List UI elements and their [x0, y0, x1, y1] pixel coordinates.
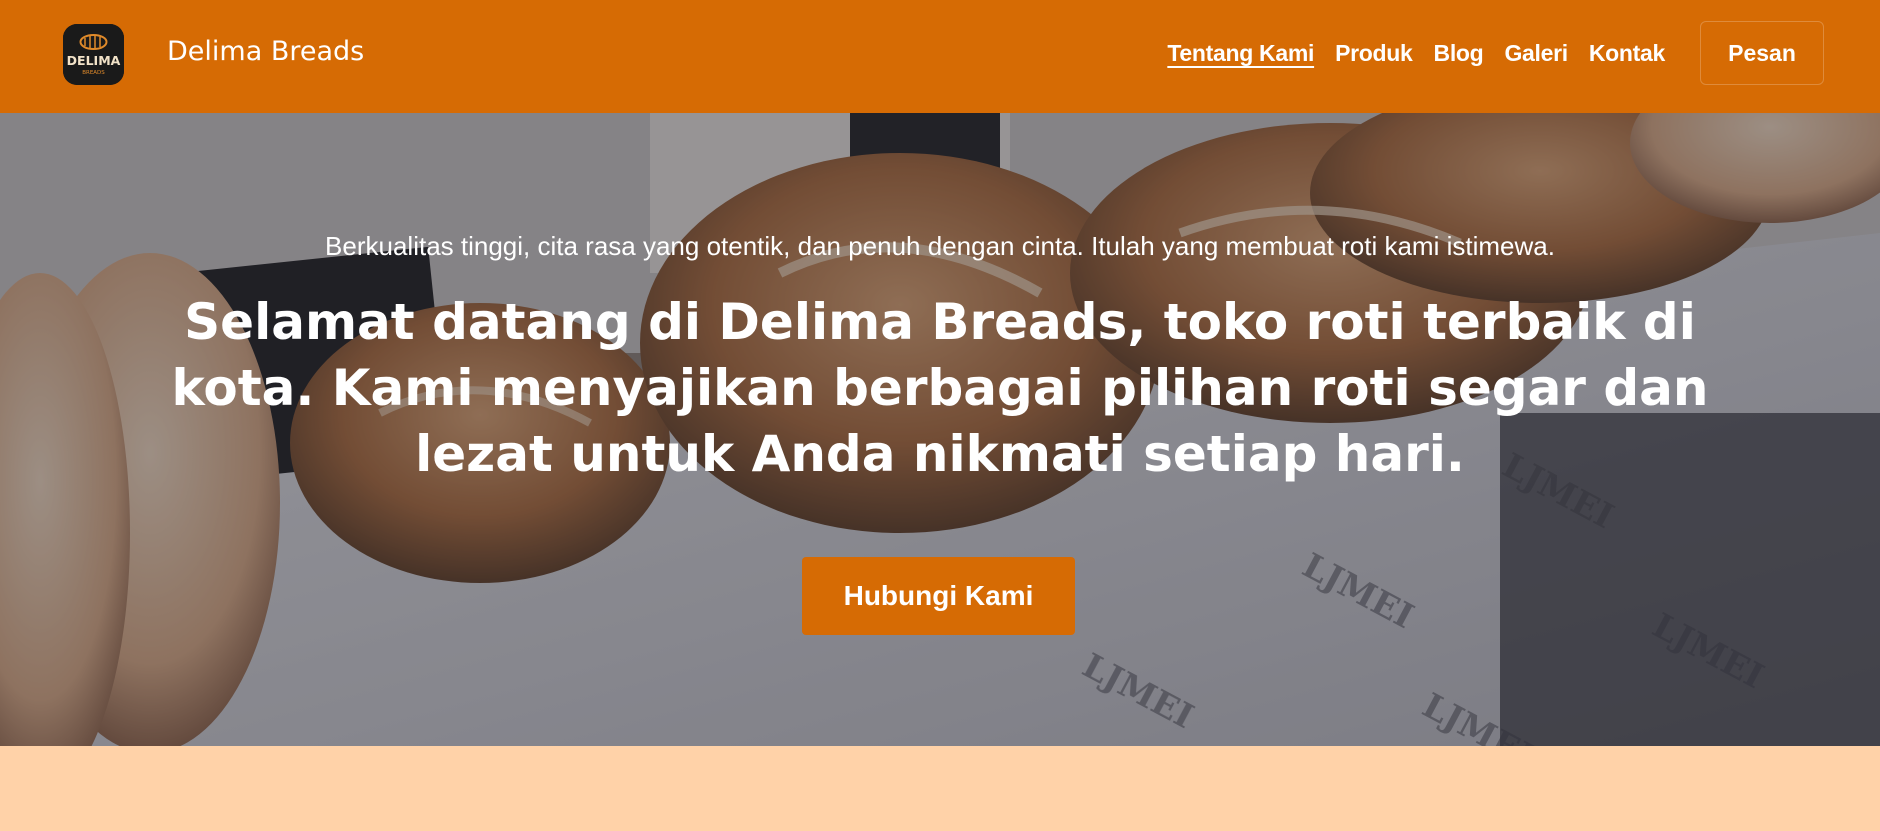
- hero-headline: Selamat datang di Delima Breads, toko ro…: [171, 293, 1709, 483]
- next-section: [0, 746, 1880, 831]
- hero-tagline: Berkualitas tinggi, cita rasa yang otent…: [325, 231, 1555, 261]
- svg-text:BREADS: BREADS: [82, 70, 105, 76]
- contact-us-button[interactable]: Hubungi Kami: [802, 557, 1075, 635]
- order-button[interactable]: Pesan: [1700, 21, 1824, 85]
- nav-link-produk[interactable]: Produk: [1335, 38, 1413, 68]
- nav-link-tentang-kami[interactable]: Tentang Kami: [1167, 38, 1314, 68]
- nav-link-galeri[interactable]: Galeri: [1504, 38, 1568, 68]
- bread-logo-icon: DELIMA BREADS: [63, 24, 124, 85]
- hero-section: LJMEI LJMEI LJMEI LJMEI LJMEI Berkualita…: [0, 113, 1880, 746]
- svg-text:DELIMA: DELIMA: [67, 53, 121, 68]
- brand-name[interactable]: Delima Breads: [167, 36, 364, 68]
- nav-link-blog[interactable]: Blog: [1434, 38, 1484, 68]
- main-nav: Tentang Kami Produk Blog Galeri Kontak: [1167, 38, 1665, 68]
- navbar: DELIMA BREADS Delima Breads Tentang Kami…: [0, 0, 1880, 113]
- brand-logo[interactable]: DELIMA BREADS: [63, 24, 124, 85]
- nav-link-kontak[interactable]: Kontak: [1589, 38, 1665, 68]
